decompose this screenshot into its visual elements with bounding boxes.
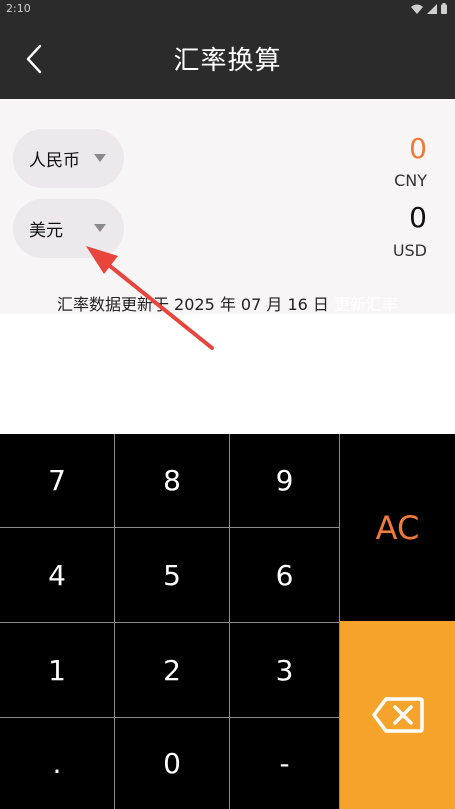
from-amount[interactable]: 0 <box>409 132 427 165</box>
page-title: 汇率换算 <box>173 46 282 76</box>
to-amount[interactable]: 0 <box>409 201 427 234</box>
clear-all-button[interactable]: AC <box>340 434 455 621</box>
key-decimal[interactable]: . <box>0 718 115 809</box>
key-1[interactable]: 1 <box>0 623 115 718</box>
signal-icon <box>427 3 437 14</box>
status-time: 2:10 <box>6 2 31 15</box>
rate-update-note: 汇率数据更新于 2025 年 07 月 16 日 更新汇率 <box>0 291 455 315</box>
dropdown-arrow-icon <box>94 224 106 232</box>
key-0[interactable]: 0 <box>115 718 230 809</box>
key-3[interactable]: 3 <box>230 623 340 718</box>
wifi-icon <box>411 4 423 14</box>
key-5[interactable]: 5 <box>115 528 230 623</box>
update-date-text: 汇率数据更新于 2025 年 07 月 16 日 <box>56 295 329 314</box>
keypad: 7 8 9 4 5 6 1 2 3 . 0 - AC <box>0 434 455 809</box>
update-rate-link[interactable]: 更新汇率 <box>334 295 398 314</box>
status-icons <box>411 3 447 14</box>
key-8[interactable]: 8 <box>115 434 230 528</box>
status-bar: 2:10 <box>0 0 455 18</box>
battery-icon <box>441 3 447 14</box>
key-9[interactable]: 9 <box>230 434 340 528</box>
key-7[interactable]: 7 <box>0 434 115 528</box>
from-currency-label: 人民币 <box>29 151 80 171</box>
key-2[interactable]: 2 <box>115 623 230 718</box>
backspace-icon <box>371 697 424 733</box>
to-currency-code: USD <box>392 241 427 260</box>
from-currency-selector[interactable]: 人民币 <box>13 129 124 188</box>
converter-panel: 人民币 0 CNY 美元 0 USD 汇率数据更新于 2025 年 07 月 1… <box>0 99 455 314</box>
from-currency-code: CNY <box>394 171 427 190</box>
to-currency-selector[interactable]: 美元 <box>13 199 124 258</box>
dropdown-arrow-icon <box>94 154 106 162</box>
key-6[interactable]: 6 <box>230 528 340 623</box>
key-4[interactable]: 4 <box>0 528 115 623</box>
key-minus[interactable]: - <box>230 718 340 809</box>
backspace-button[interactable] <box>340 621 455 809</box>
to-currency-label: 美元 <box>29 221 63 241</box>
app-header: 汇率换算 <box>0 18 455 99</box>
